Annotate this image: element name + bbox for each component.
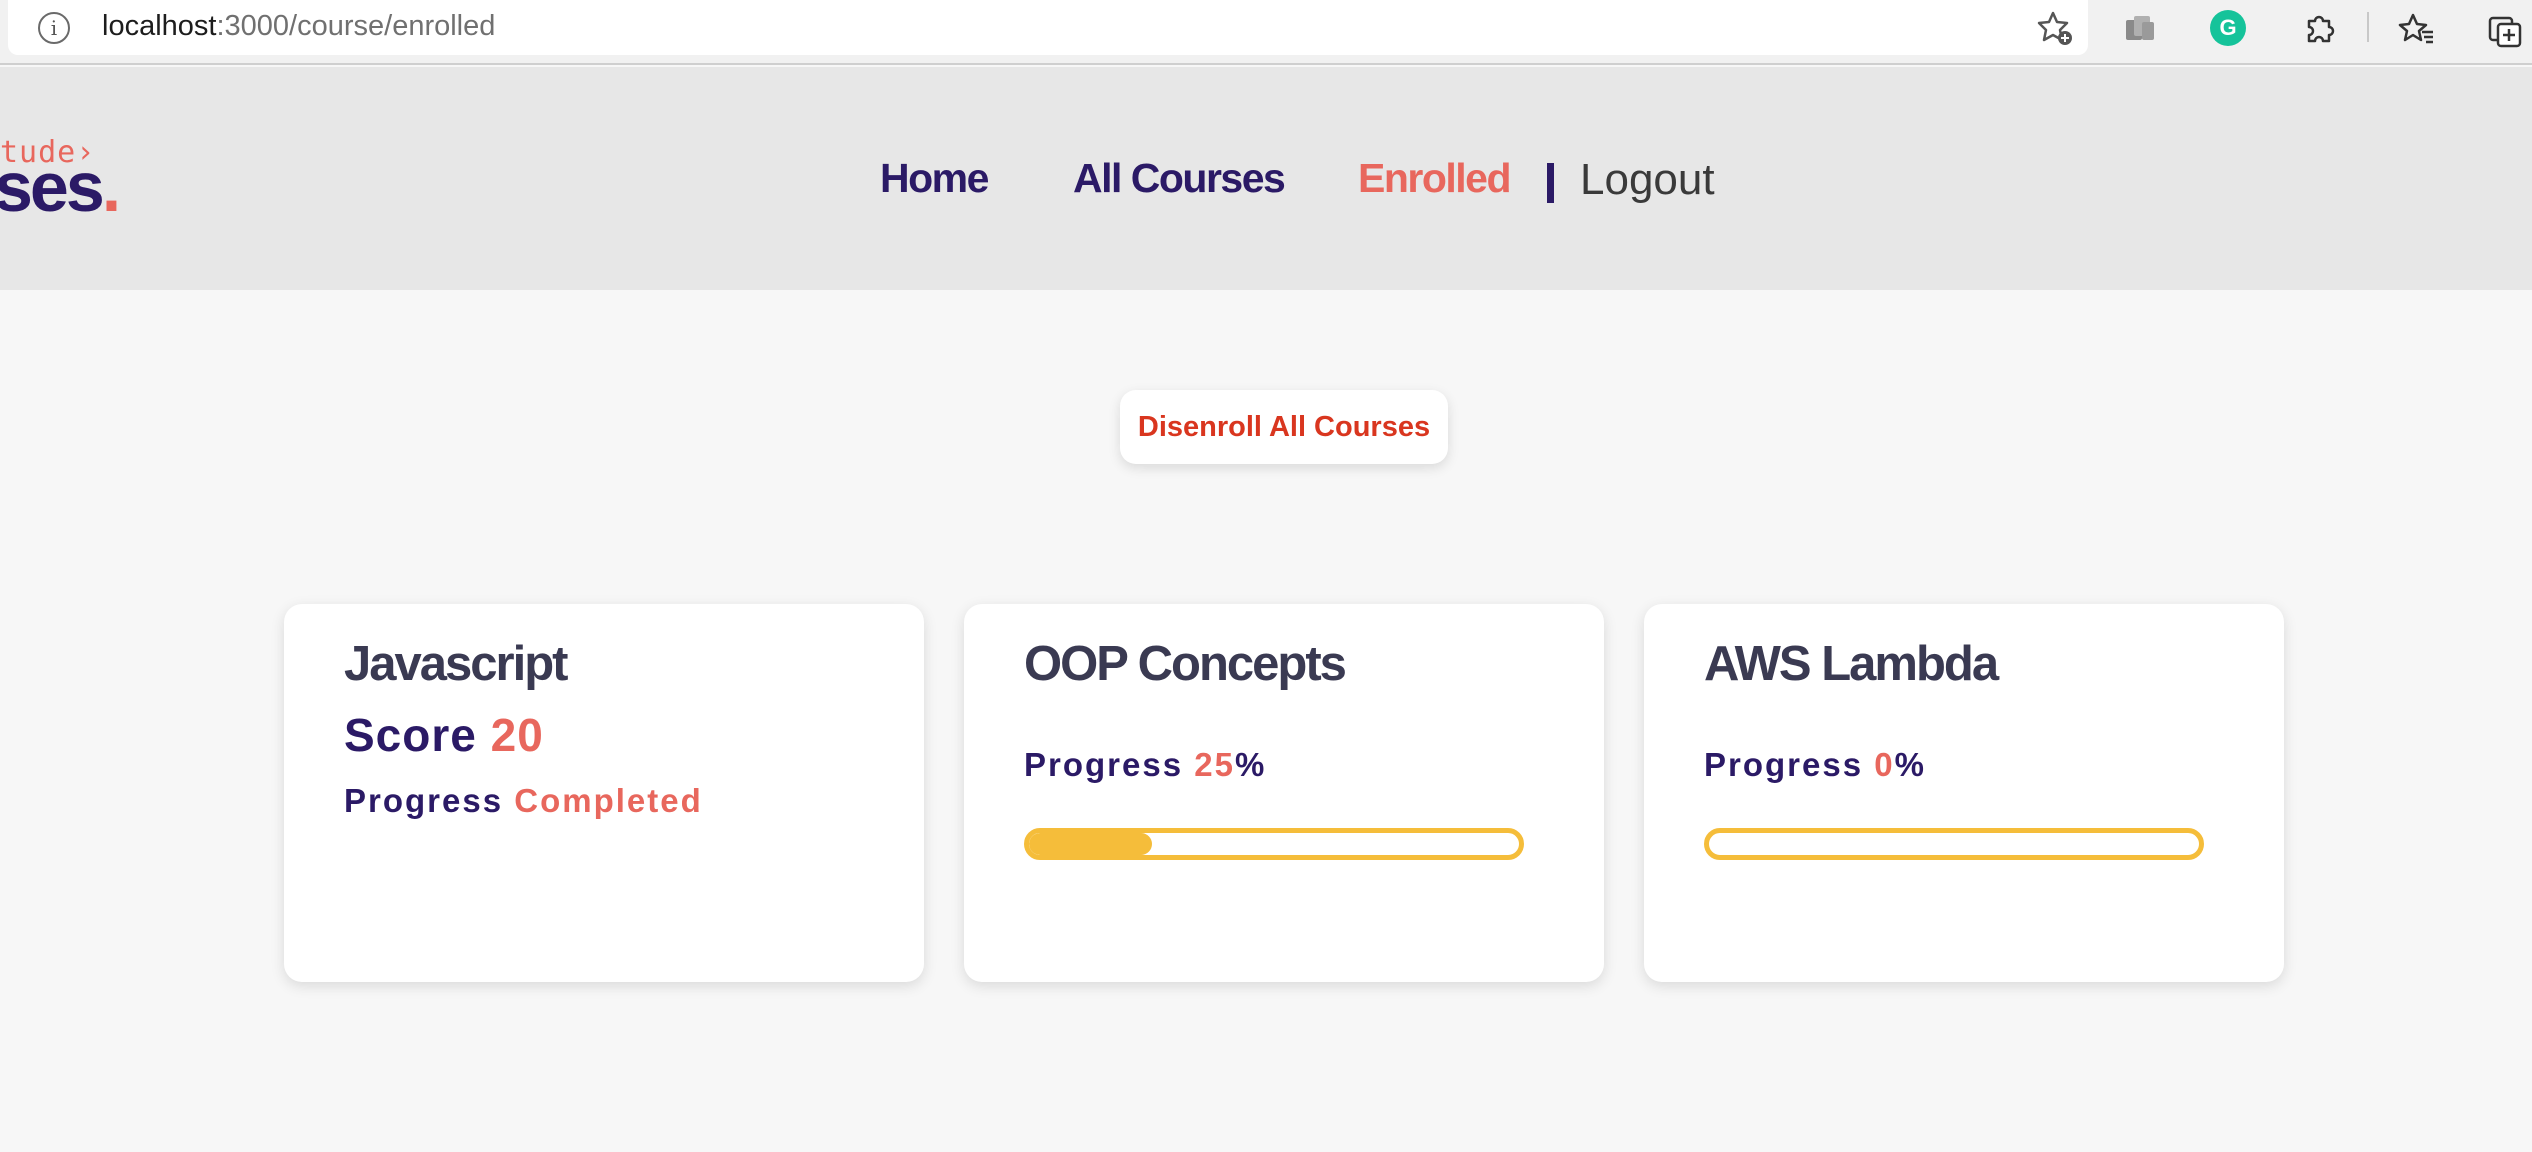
progress-line: Progress Completed: [344, 782, 703, 820]
url-text[interactable]: localhost:3000/course/enrolled: [102, 10, 495, 43]
disenroll-all-button[interactable]: Disenroll All Courses: [1120, 390, 1448, 464]
url-path: :3000/course/enrolled: [216, 10, 496, 42]
progress-bar: [1024, 828, 1524, 860]
progress-label: Progress: [1704, 746, 1864, 783]
nav-home-link[interactable]: Home: [880, 155, 989, 202]
course-title: AWS Lambda: [1704, 637, 1999, 691]
progress-suffix: %: [1234, 746, 1267, 783]
course-card-aws-lambda[interactable]: AWS Lambda Progress 0%: [1644, 604, 2284, 982]
nav-all-courses-link[interactable]: All Courses: [1073, 155, 1286, 202]
score-line: Score 20: [344, 708, 544, 762]
add-tab-icon[interactable]: [2486, 10, 2524, 48]
progress-label: Progress: [1024, 746, 1184, 783]
main-nav: Home All Courses Enrolled Logout: [0, 155, 2532, 215]
progress-line: Progress 25%: [1024, 746, 1266, 784]
progress-status: Completed: [514, 782, 703, 819]
score-value: 20: [490, 709, 544, 761]
course-card-oop-concepts[interactable]: OOP Concepts Progress 25%: [964, 604, 1604, 982]
progress-bar: [1704, 828, 2204, 860]
logout-link[interactable]: Logout: [1580, 155, 1715, 205]
progress-value: 0: [1874, 746, 1895, 783]
site-header: tude› ses. Home All Courses Enrolled Log…: [0, 67, 2532, 290]
course-card-javascript[interactable]: Javascript Score 20 Progress Completed: [284, 604, 924, 982]
favorites-icon[interactable]: [2398, 10, 2436, 48]
course-title: OOP Concepts: [1024, 637, 1347, 691]
progress-value: 25: [1194, 746, 1235, 783]
toolbar-divider: [2367, 12, 2369, 42]
score-label: Score: [344, 709, 477, 761]
grammarly-icon[interactable]: G: [2210, 10, 2246, 46]
collections-icon[interactable]: [2122, 10, 2160, 48]
progress-label: Progress: [344, 782, 504, 819]
info-icon[interactable]: i: [38, 12, 70, 44]
progress-bar-fill: [1029, 833, 1152, 855]
address-bar[interactable]: i localhost:3000/course/enrolled: [8, 0, 2088, 55]
puzzle-extension-icon[interactable]: [2300, 10, 2338, 48]
nav-separator: [1547, 163, 1554, 203]
star-add-icon[interactable]: [2036, 9, 2074, 47]
browser-toolbar: i localhost:3000/course/enrolled G: [0, 0, 2532, 65]
progress-line: Progress 0%: [1704, 746, 1926, 784]
nav-enrolled-link[interactable]: Enrolled: [1358, 155, 1512, 202]
url-host: localhost: [102, 10, 217, 42]
progress-suffix: %: [1894, 746, 1926, 783]
course-title: Javascript: [344, 637, 568, 691]
